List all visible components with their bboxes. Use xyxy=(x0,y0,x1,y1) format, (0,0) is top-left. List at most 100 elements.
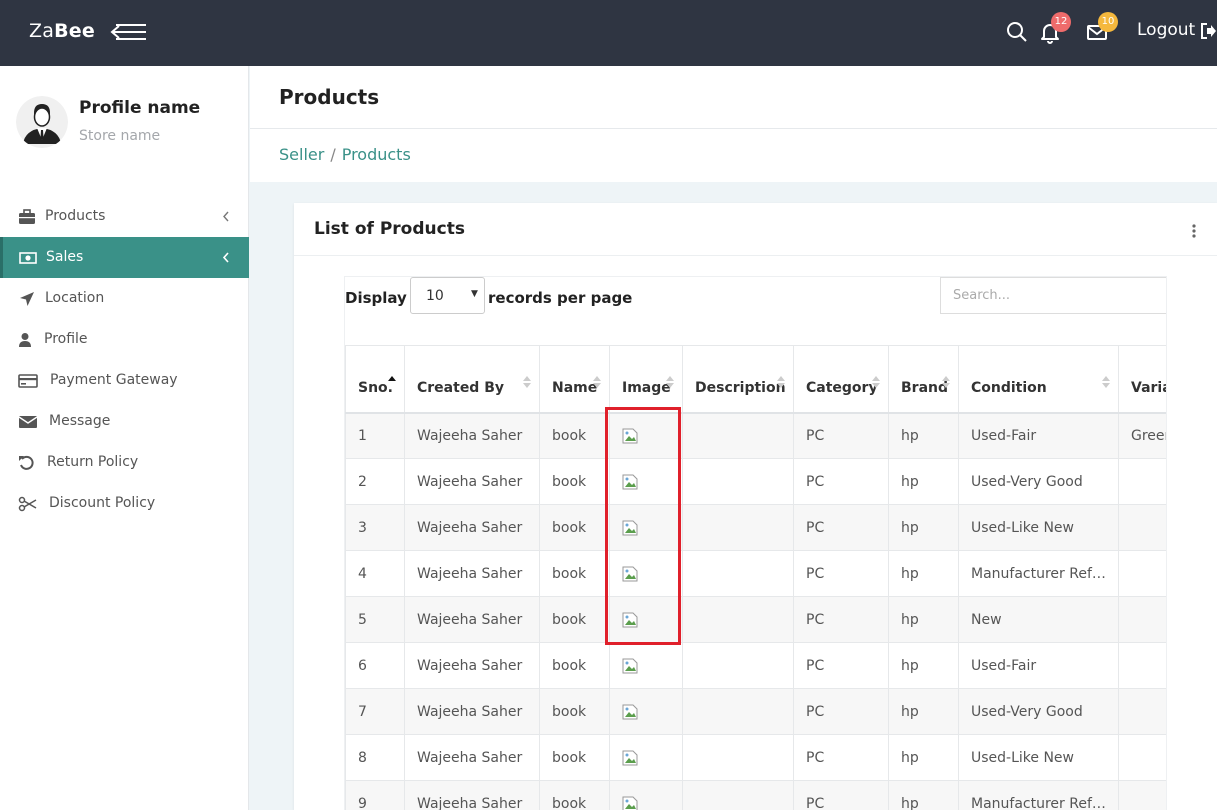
table-cell: book xyxy=(539,458,610,505)
more-options-icon[interactable] xyxy=(1190,223,1198,239)
table-cell: Manufacturer Refurbished xyxy=(958,550,1119,597)
table-cell: hp xyxy=(888,550,959,597)
table-cell: PC xyxy=(793,412,889,459)
sort-icon xyxy=(593,375,601,388)
column-header[interactable]: Name xyxy=(539,345,610,414)
column-header[interactable]: Variation xyxy=(1118,345,1166,414)
menu-toggle-icon[interactable] xyxy=(110,21,148,43)
sidebar-item-label: Message xyxy=(49,413,111,429)
records-per-page-select[interactable]: 10 ▼ xyxy=(410,277,485,314)
table-cell: hp xyxy=(888,458,959,505)
search-icon[interactable] xyxy=(1005,20,1029,44)
briefcase-icon xyxy=(19,209,35,224)
table-cell: PC xyxy=(793,642,889,689)
table-cell: 8 xyxy=(345,734,405,781)
column-header[interactable]: Brand xyxy=(888,345,959,414)
sidebar-item-payment-gateway[interactable]: Payment Gateway xyxy=(0,360,249,401)
table-cell xyxy=(609,596,683,643)
table-cell: hp xyxy=(888,596,959,643)
table-row: 5 Wajeeha Saher book PC hp New xyxy=(345,596,1166,643)
profile-name: Profile name xyxy=(79,98,201,118)
sort-icon xyxy=(1102,375,1110,388)
broken-image-icon xyxy=(622,796,638,810)
user-icon xyxy=(19,333,31,347)
table-cell xyxy=(609,412,683,459)
sort-asc-icon xyxy=(388,375,396,381)
broken-image-icon xyxy=(622,428,638,444)
broken-image-icon xyxy=(622,520,638,535)
sidebar-item-sales[interactable]: Sales xyxy=(0,237,249,278)
sidebar-item-discount-policy[interactable]: Discount Policy xyxy=(0,483,249,524)
column-header[interactable]: Category xyxy=(793,345,889,414)
table-cell xyxy=(609,550,683,597)
table-cell: PC xyxy=(793,688,889,735)
avatar xyxy=(16,96,68,148)
table-cell: Used-Very Good xyxy=(958,458,1119,505)
table-row: 3 Wajeeha Saher book PC hp Used-Like New xyxy=(345,504,1166,551)
broken-image-icon xyxy=(622,750,638,765)
chevron-left-icon xyxy=(223,211,229,222)
broken-image-icon xyxy=(622,704,638,719)
sidebar-item-products[interactable]: Products xyxy=(0,196,249,237)
table-cell: 2 xyxy=(345,458,405,505)
brand-logo[interactable]: ZaBee xyxy=(29,20,95,42)
table-cell: New xyxy=(958,596,1119,643)
sign-out-icon[interactable] xyxy=(1200,22,1217,40)
logout-button[interactable]: Logout xyxy=(1137,20,1195,40)
table-cell: hp xyxy=(888,688,959,735)
breadcrumb-products[interactable]: Products xyxy=(342,145,411,164)
table-cell: book xyxy=(539,504,610,551)
search-input[interactable] xyxy=(940,277,1166,314)
table-cell: Used-Like New xyxy=(958,734,1119,781)
table-cell: 6 xyxy=(345,642,405,689)
table-cell: Used-Fair xyxy=(958,642,1119,689)
sidebar-item-label: Return Policy xyxy=(47,454,139,470)
table-cell: PC xyxy=(793,734,889,781)
column-header[interactable]: Image xyxy=(609,345,683,414)
table-cell xyxy=(1118,688,1166,735)
column-header[interactable]: Condition xyxy=(958,345,1119,414)
broken-image-icon xyxy=(622,612,638,627)
table-cell: hp xyxy=(888,412,959,459)
table-row: 2 Wajeeha Saher book PC hp Used-Very Good xyxy=(345,458,1166,505)
table-cell: Wajeeha Saher xyxy=(404,504,540,551)
table-cell: Wajeeha Saher xyxy=(404,412,540,459)
table-cell xyxy=(1118,596,1166,643)
column-header[interactable]: Description xyxy=(682,345,794,414)
sidebar-item-return-policy[interactable]: Return Policy xyxy=(0,442,249,483)
table-cell: 3 xyxy=(345,504,405,551)
store-name: Store name xyxy=(79,128,161,144)
scissors-icon xyxy=(18,496,37,512)
column-header[interactable]: Created By xyxy=(404,345,540,414)
sidebar-item-label: Payment Gateway xyxy=(50,372,178,388)
table-cell: book xyxy=(539,734,610,781)
sidebar-item-label: Products xyxy=(45,208,106,224)
table-cell: Wajeeha Saher xyxy=(404,688,540,735)
sidebar-item-location[interactable]: Location xyxy=(0,278,249,319)
breadcrumb: Seller / Products xyxy=(279,145,411,164)
sort-icon xyxy=(777,375,785,388)
broken-image-icon xyxy=(622,474,638,489)
sidebar-item-profile[interactable]: Profile xyxy=(0,319,249,360)
divider xyxy=(250,128,1217,129)
table-cell xyxy=(609,642,683,689)
breadcrumb-seller[interactable]: Seller xyxy=(279,145,324,164)
table-cell xyxy=(682,458,794,505)
table-cell xyxy=(609,458,683,505)
table-cell: book xyxy=(539,412,610,459)
caret-down-icon: ▼ xyxy=(471,289,478,299)
table-cell xyxy=(682,734,794,781)
table-row: 6 Wajeeha Saher book PC hp Used-Fair xyxy=(345,642,1166,689)
table-cell xyxy=(682,642,794,689)
card-title: List of Products xyxy=(314,219,465,239)
table-cell xyxy=(609,734,683,781)
column-header[interactable]: Sno. xyxy=(345,345,405,414)
top-navbar: ZaBee 12 10 Logout xyxy=(0,0,1217,66)
table-cell: 4 xyxy=(345,550,405,597)
location-arrow-icon xyxy=(20,292,34,306)
table-cell: Used-Very Good xyxy=(958,688,1119,735)
sidebar-item-message[interactable]: Message xyxy=(0,401,249,442)
sidebar-item-label: Discount Policy xyxy=(49,495,156,511)
sidebar-item-label: Profile xyxy=(44,331,88,347)
table-cell xyxy=(682,504,794,551)
